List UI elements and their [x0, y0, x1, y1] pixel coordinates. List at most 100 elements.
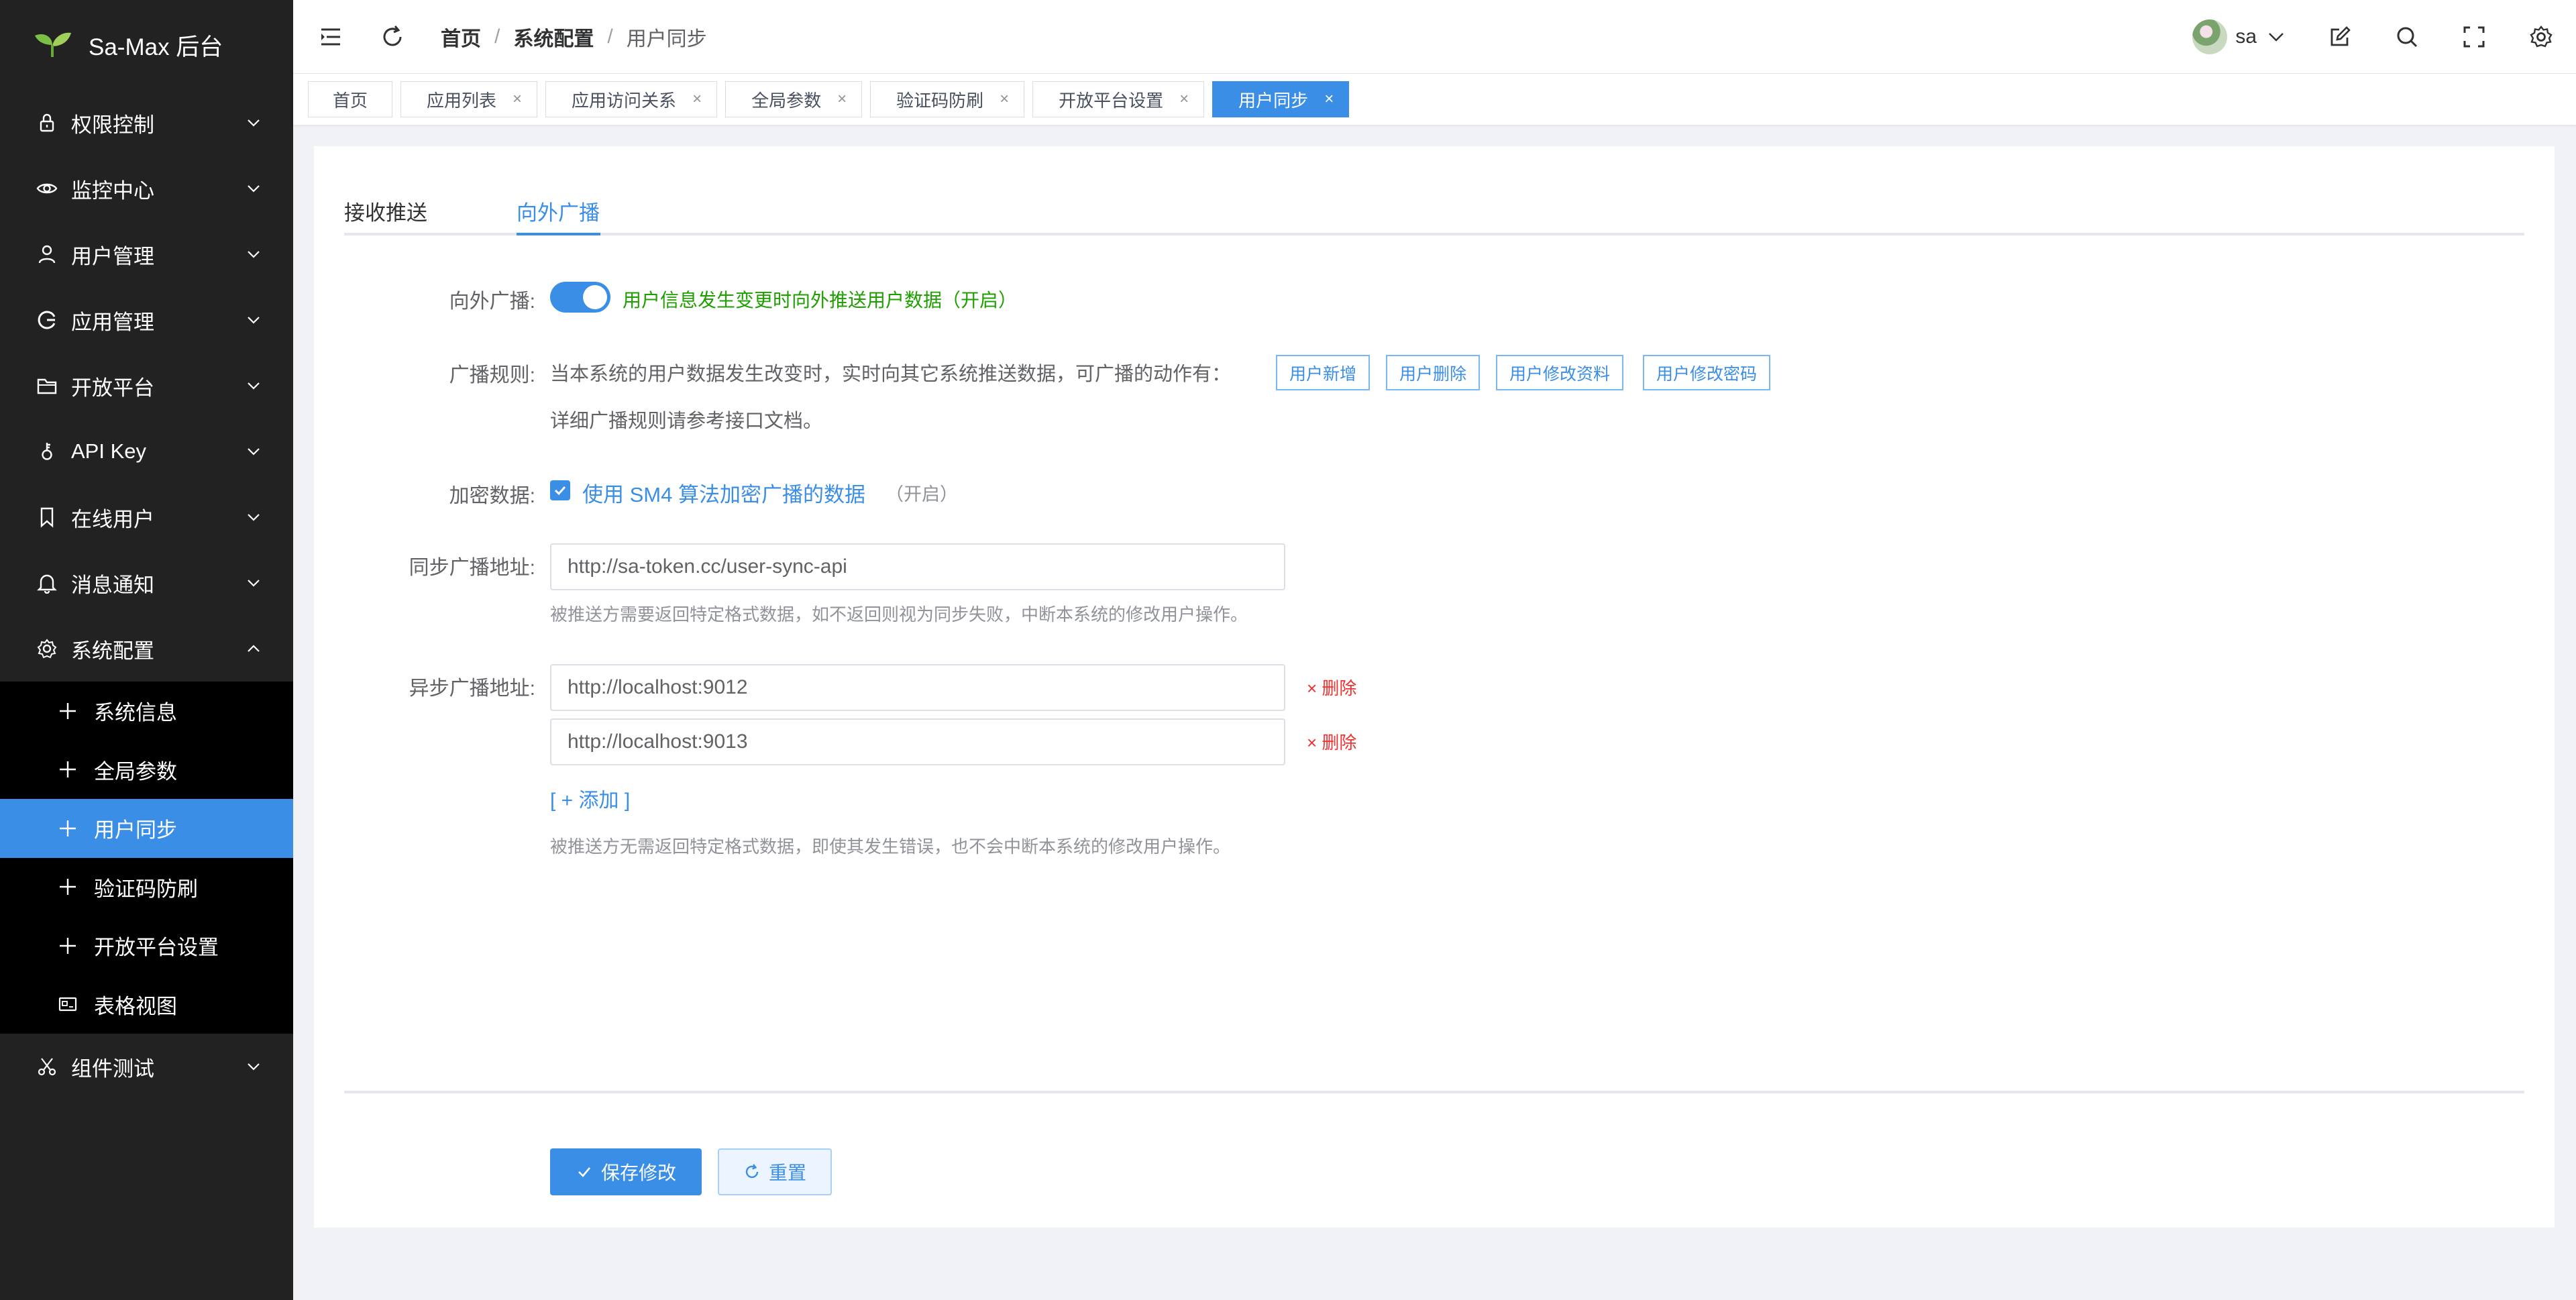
plus-icon [56, 817, 79, 840]
close-icon[interactable]: × [1179, 90, 1189, 109]
sidebar-item-label: 组件测试 [71, 1057, 154, 1081]
edit-icon[interactable] [2326, 23, 2353, 50]
encrypt-checkbox[interactable] [550, 480, 570, 500]
close-icon[interactable]: × [837, 90, 847, 109]
check-icon [554, 486, 566, 496]
page-tab-home[interactable]: 首页 [308, 81, 393, 117]
save-button[interactable]: 保存修改 [550, 1148, 702, 1195]
sidebar-item-system-config[interactable]: 系统配置 [0, 616, 293, 682]
page-tab-user-sync[interactable]: 用户同步 × [1212, 81, 1350, 117]
chevron-down-icon [248, 514, 260, 521]
rules-label: 广播规则: [449, 364, 535, 386]
fullscreen-icon[interactable] [2461, 23, 2487, 50]
gear-icon [35, 637, 59, 661]
sidebar-item-label: 应用管理 [71, 310, 154, 334]
sidebar-item-apps[interactable]: 应用管理 [0, 287, 293, 353]
page-tab-global-params[interactable]: 全局参数 × [725, 81, 863, 117]
save-button-label: 保存修改 [600, 1162, 676, 1183]
folder-icon [35, 374, 59, 398]
delete-async-url-button[interactable]: × 删除 [1307, 675, 1356, 700]
close-icon[interactable]: × [1324, 90, 1334, 109]
sidebar-item-monitor[interactable]: 监控中心 [0, 156, 293, 221]
active-tab-indicator [517, 233, 600, 235]
chevron-down-icon [248, 448, 260, 455]
app-icon [35, 308, 59, 332]
search-icon[interactable] [2394, 23, 2420, 50]
eye-icon [35, 176, 59, 201]
sync-url-input[interactable]: http://sa-token.cc/user-sync-api [550, 543, 1285, 590]
sidebar-subitem-system-info[interactable]: 系统信息 [0, 682, 293, 741]
delete-async-url-button[interactable]: × 删除 [1307, 729, 1356, 754]
async-url-input-2[interactable]: http://localhost:9013 [550, 718, 1285, 765]
breadcrumb-system-config[interactable]: 系统配置 [513, 22, 594, 52]
sidebar-subitem-label: 全局参数 [94, 759, 177, 783]
user-name[interactable]: sa [2235, 25, 2257, 48]
sidebar-item-permission[interactable]: 权限控制 [0, 90, 293, 156]
async-url-value: http://localhost:9012 [568, 676, 748, 698]
plus-icon [56, 700, 79, 722]
broadcast-status-text: 用户信息发生变更时向外推送用户数据（开启） [623, 290, 1018, 311]
sync-url-label: 同步广播地址: [409, 557, 535, 579]
menu-fold-icon[interactable] [317, 23, 344, 50]
sidebar-item-label: 开放平台 [71, 376, 154, 400]
sidebar-item-component-test[interactable]: 组件测试 [0, 1034, 293, 1099]
sidebar-subitem-global-params[interactable]: 全局参数 [0, 741, 293, 800]
breadcrumb-home[interactable]: 首页 [441, 22, 481, 52]
key-icon [35, 439, 59, 464]
sidebar-item-users[interactable]: 用户管理 [0, 221, 293, 287]
header-actions: sa [2192, 0, 2576, 74]
chevron-down-icon [248, 317, 260, 324]
close-icon[interactable]: × [513, 90, 522, 109]
close-icon[interactable]: × [1000, 90, 1009, 109]
page-tab-captcha[interactable]: 验证码防刷 × [870, 81, 1025, 117]
sidebar-item-label: 权限控制 [71, 113, 154, 137]
sidebar-item-api-key[interactable]: API Key [0, 419, 293, 484]
sidebar-item-notifications[interactable]: 消息通知 [0, 550, 293, 616]
page-tab-app-access[interactable]: 应用访问关系 × [545, 81, 718, 117]
sidebar-item-label: 消息通知 [71, 573, 154, 597]
refresh-icon[interactable] [379, 23, 406, 50]
tab-receive-push[interactable]: 接收推送 [344, 196, 427, 226]
settings-gear-icon[interactable] [2528, 23, 2555, 50]
sidebar-item-open-platform[interactable]: 开放平台 [0, 353, 293, 419]
rules-text: 当本系统的用户数据发生改变时，实时向其它系统推送数据，可广播的动作有： [550, 364, 1232, 385]
encrypt-checkbox-label[interactable]: 使用 SM4 算法加密广播的数据 [582, 478, 865, 508]
sidebar-subitem-label: 验证码防刷 [94, 877, 198, 901]
rule-tag-user-add: 用户新增 [1276, 355, 1371, 390]
tab-broadcast[interactable]: 向外广播 [517, 196, 600, 226]
chevron-down-icon[interactable] [2266, 27, 2286, 47]
sidebar-item-label: API Key [71, 439, 146, 463]
plus-icon [56, 758, 79, 781]
reset-button[interactable]: 重置 [718, 1148, 832, 1195]
lock-icon [35, 111, 59, 135]
close-icon[interactable]: × [692, 90, 702, 109]
sidebar-subitem-label: 用户同步 [94, 818, 177, 843]
sidebar-item-online-users[interactable]: 在线用户 [0, 484, 293, 550]
chevron-up-icon [248, 645, 260, 652]
sidebar-subitem-captcha[interactable]: 验证码防刷 [0, 858, 293, 917]
add-async-url-button[interactable]: [ + 添加 ] [550, 783, 630, 813]
breadcrumb-separator: / [494, 25, 500, 48]
check-icon [578, 1167, 590, 1177]
app-title: Sa-Max 后台 [89, 34, 223, 60]
divider [344, 1091, 2524, 1093]
sidebar-subitem-open-platform-settings[interactable]: 开放平台设置 [0, 916, 293, 975]
breadcrumb-separator: / [607, 25, 613, 48]
content-tabs: 接收推送 向外广播 [344, 173, 2524, 235]
breadcrumb-current: 用户同步 [626, 28, 707, 50]
sidebar-subitem-user-sync[interactable]: 用户同步 [0, 799, 293, 858]
bookmark-icon [35, 505, 59, 529]
page-tab-label: 首页 [333, 90, 368, 111]
plus-icon [56, 875, 79, 898]
logo[interactable]: Sa-Max 后台 [0, 0, 293, 90]
page-tab-label: 应用访问关系 [572, 90, 677, 111]
sidebar-subitem-table-view[interactable]: 表格视图 [0, 975, 293, 1034]
async-url-hint: 被推送方无需返回特定格式数据，即使其发生错误，也不会中断本系统的修改用户操作。 [550, 836, 1231, 857]
async-url-input-1[interactable]: http://localhost:9012 [550, 664, 1285, 711]
page-tab-app-list[interactable]: 应用列表 × [400, 81, 538, 117]
avatar[interactable] [2192, 19, 2228, 54]
encrypt-label: 加密数据: [449, 485, 535, 507]
chevron-down-icon [248, 251, 260, 258]
page-tab-open-platform-settings[interactable]: 开放平台设置 × [1032, 81, 1205, 117]
broadcast-switch[interactable] [550, 282, 610, 313]
